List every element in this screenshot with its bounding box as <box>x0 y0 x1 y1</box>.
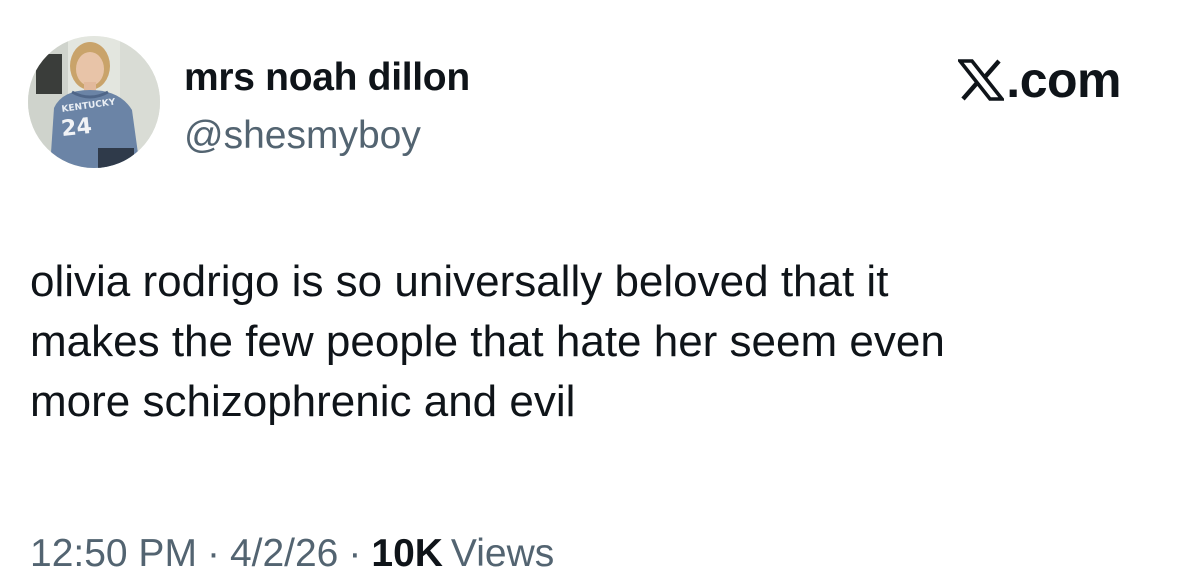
avatar[interactable]: KENTUCKY 24 <box>28 36 160 168</box>
views-count[interactable]: 10K <box>371 530 443 578</box>
tweet-line: more schizophrenic and evil <box>30 377 576 426</box>
display-name[interactable]: mrs noah dillon <box>184 54 470 102</box>
tweet-time[interactable]: 12:50 PM <box>30 530 197 578</box>
tweet-text: olivia rodrigo is so universally beloved… <box>30 252 1140 432</box>
meta-separator: · <box>348 532 362 575</box>
brand-x-com: .com <box>958 52 1121 108</box>
tweet-line: olivia rodrigo is so universally beloved… <box>30 257 889 306</box>
views-label: Views <box>450 532 555 575</box>
tweet-date[interactable]: 4/2/26 <box>230 530 338 578</box>
brand-domain-text: .com <box>1006 52 1121 108</box>
tweet-metadata: 12:50 PM · 4/2/26 · 10K Views <box>30 530 554 578</box>
tweet-line: makes the few people that hate her seem … <box>30 317 945 366</box>
avatar-photo: KENTUCKY 24 <box>28 36 160 168</box>
jersey-number: 24 <box>60 114 93 142</box>
meta-separator: · <box>206 532 220 575</box>
user-handle[interactable]: @shesmyboy <box>184 112 421 160</box>
x-logo-icon <box>958 59 1005 101</box>
